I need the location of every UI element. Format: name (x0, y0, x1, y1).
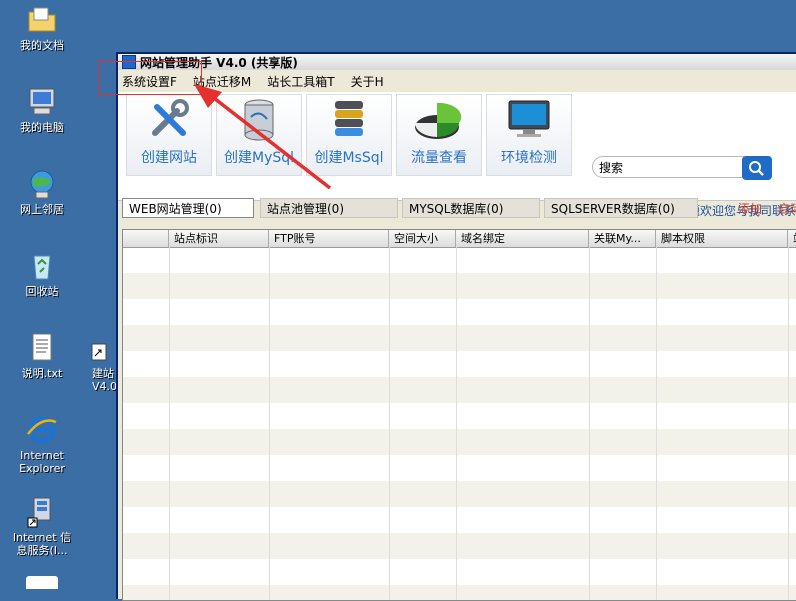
annotation-arrow-icon (194, 84, 332, 190)
